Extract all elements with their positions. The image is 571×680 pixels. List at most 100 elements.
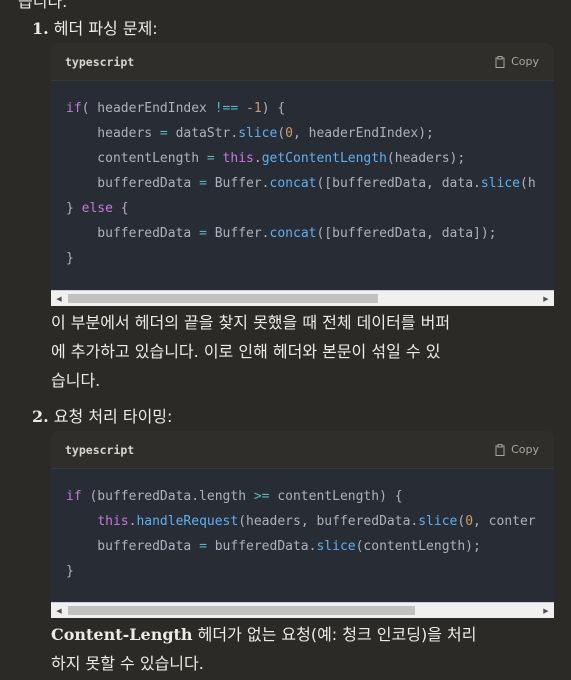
code-token: Buffer.	[206, 226, 270, 241]
paragraph-line: 습니다.	[51, 371, 101, 390]
code-content: if (bufferedData.length >= contentLength…	[51, 469, 554, 602]
code-token: =	[199, 539, 207, 554]
scrollbar-thumb[interactable]	[68, 606, 415, 615]
code-line: bufferedData = Buffer.concat([bufferedDa…	[66, 171, 554, 196]
code-token: =	[199, 226, 207, 241]
code-line: if (bufferedData.length >= contentLength…	[66, 484, 554, 509]
code-token: if	[66, 489, 82, 504]
code-token: slice	[480, 176, 520, 191]
code-line: bufferedData = Buffer.concat([bufferedDa…	[66, 221, 554, 246]
code-token: this	[222, 151, 254, 166]
list-item-heading-1: 1. 헤더 파싱 문제:	[32, 18, 158, 40]
code-token: ) {	[261, 101, 286, 116]
code-token: Buffer.	[206, 176, 270, 191]
list-item-heading-2: 2. 요청 처리 타이밍:	[32, 406, 172, 428]
code-line: headers = dataStr.slice(0, headerEndInde…	[66, 121, 554, 146]
code-token: !==	[214, 101, 239, 116]
code-token: getContentLength	[261, 151, 387, 166]
code-token: handleRequest	[136, 514, 239, 529]
code-line: contentLength = this.getContentLength(he…	[66, 146, 554, 171]
code-token: (	[457, 514, 466, 529]
code-line: this.handleRequest(headers, bufferedData…	[66, 509, 554, 534]
scrollbar-thumb[interactable]	[68, 294, 378, 303]
code-line: }	[66, 246, 554, 271]
bold-term: Content-Length	[51, 625, 193, 644]
copy-button-label: Copy	[511, 443, 539, 456]
paragraph-line: Content-Length 헤더가 없는 요청(예: 청크 인코딩)을 처리	[51, 620, 476, 649]
code-line: }	[66, 559, 554, 584]
code-token: bufferedData	[66, 176, 200, 191]
code-token: , conter	[473, 514, 536, 529]
code-token: 0	[465, 514, 474, 529]
code-token: }	[66, 564, 74, 579]
code-token: bufferedData	[66, 539, 200, 554]
code-content: if( headerEndIndex !== -1) { headers = d…	[51, 81, 554, 290]
code-block-2: typescript Copy if (bufferedData.length …	[51, 431, 554, 618]
clipboard-icon	[495, 443, 505, 456]
list-item-title: 요청 처리 타이밍:	[53, 407, 173, 426]
code-language-label: typescript	[65, 54, 135, 69]
code-language-label: typescript	[65, 442, 135, 457]
code-token: ([bufferedData, data]);	[316, 226, 497, 241]
code-token: bufferedData	[66, 226, 200, 241]
list-item-number: 2.	[32, 407, 49, 426]
explanation-paragraph-2: Content-Length 헤더가 없는 요청(예: 청크 인코딩)을 처리 …	[51, 620, 476, 678]
paragraph-line: 이 부분에서 헤더의 끝을 찾지 못했을 때 전체 데이터를 버퍼	[51, 313, 451, 332]
code-token: (headers);	[386, 151, 466, 166]
code-token: =	[159, 126, 168, 141]
code-token: (h	[520, 176, 536, 191]
paragraph-text: 헤더가 없는 요청(예: 청크 인코딩)을 처리	[192, 625, 477, 644]
code-token: (headers, bufferedData.	[238, 514, 419, 529]
scroll-left-arrow-icon[interactable]: ◀	[51, 603, 67, 618]
code-token: slice	[316, 539, 356, 554]
code-token: concat	[269, 176, 317, 191]
code-token: }	[66, 201, 82, 216]
code-token: ([bufferedData, data.	[316, 176, 481, 191]
scroll-right-arrow-icon[interactable]: ▶	[538, 291, 554, 306]
paragraph-line: 하지 못할 수 있습니다.	[51, 654, 204, 673]
code-header: typescript Copy	[51, 43, 554, 81]
code-token: this	[97, 514, 129, 529]
horizontal-scrollbar[interactable]: ◀ ▶	[51, 602, 554, 618]
code-line: bufferedData = bufferedData.slice(conten…	[66, 534, 554, 559]
code-token: ( headerEndIndex	[81, 101, 215, 116]
list-item-title: 헤더 파싱 문제:	[53, 19, 158, 38]
code-token: else	[81, 201, 113, 216]
copy-button[interactable]: Copy	[495, 55, 539, 68]
code-token: slice	[238, 126, 278, 141]
clipboard-icon	[495, 55, 505, 68]
code-line: } else {	[66, 196, 554, 221]
code-token: concat	[269, 226, 317, 241]
code-token: contentLength	[66, 151, 207, 166]
code-token: dataStr.	[167, 126, 239, 141]
code-token: {	[112, 201, 129, 216]
code-token: >=	[253, 489, 270, 504]
code-token: }	[66, 251, 74, 266]
code-token: slice	[418, 514, 458, 529]
code-token: if	[66, 101, 82, 116]
copy-button[interactable]: Copy	[495, 443, 539, 456]
code-token: bufferedData.	[206, 539, 317, 554]
scroll-right-arrow-icon[interactable]: ▶	[538, 603, 554, 618]
code-token: 0	[285, 126, 293, 141]
code-token: contentLength) {	[269, 489, 403, 504]
code-block-1: typescript Copy if( headerEndIndex !== -…	[51, 43, 554, 306]
code-token: .	[253, 151, 262, 166]
code-token: , headerEndIndex);	[293, 126, 434, 141]
code-token: (bufferedData.length	[81, 489, 254, 504]
code-token: headers	[66, 126, 160, 141]
top-text-fragment: 습니다.	[18, 0, 68, 11]
copy-button-label: Copy	[511, 55, 539, 68]
code-token: -1	[246, 101, 262, 116]
horizontal-scrollbar[interactable]: ◀ ▶	[51, 290, 554, 306]
paragraph-line: 에 추가하고 있습니다. 이로 인해 헤더와 본문이 섞일 수 있	[51, 342, 441, 361]
list-item-number: 1.	[32, 19, 49, 38]
code-token: =	[199, 176, 207, 191]
scroll-left-arrow-icon[interactable]: ◀	[51, 291, 67, 306]
code-token: (contentLength);	[355, 539, 481, 554]
code-token: (	[277, 126, 286, 141]
code-line: if( headerEndIndex !== -1) {	[66, 96, 554, 121]
